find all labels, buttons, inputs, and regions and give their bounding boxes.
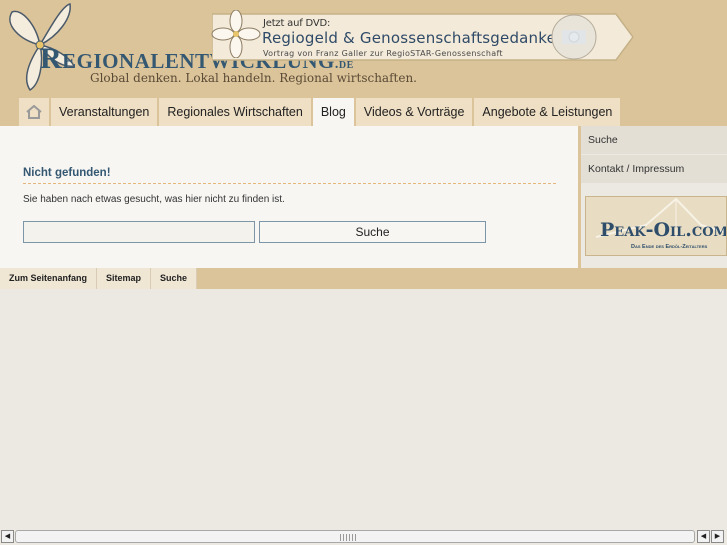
site-tagline: Global denken. Lokal handeln. Regional w… bbox=[90, 71, 417, 85]
dvd-title: Regiogeld & Genossenschaftsgedanke bbox=[262, 29, 557, 47]
search-button[interactable]: Suche bbox=[259, 221, 486, 243]
footer-bar: Zum Seitenanfang Sitemap Suche bbox=[0, 268, 727, 289]
footer-link-sitemap[interactable]: Sitemap bbox=[97, 268, 152, 289]
sidebar: Suche Kontakt / Impressum Peak-Oil.com D… bbox=[581, 126, 727, 268]
not-found-message: Sie haben nach etwas gesucht, was hier n… bbox=[23, 194, 285, 205]
sidebar-item-contact[interactable]: Kontakt / Impressum bbox=[581, 155, 727, 183]
scroll-left-end-icon[interactable]: ◀ bbox=[697, 530, 710, 543]
main-navigation: Veranstaltungen Regionales Wirtschaften … bbox=[19, 98, 623, 126]
dvd-kicker: Jetzt auf DVD: bbox=[263, 18, 331, 29]
main-content: Nicht gefunden! Sie haben nach etwas ges… bbox=[0, 126, 578, 268]
nav-item-veranstaltungen[interactable]: Veranstaltungen bbox=[51, 98, 160, 126]
footer-link-top[interactable]: Zum Seitenanfang bbox=[0, 268, 98, 289]
peak-banner-title: Peak-Oil.com bbox=[600, 219, 727, 241]
peak-oil-banner[interactable]: Peak-Oil.com Das Ende des Erdöl-Zeitalte… bbox=[585, 196, 727, 256]
header: Regionalentwicklung.de Global denken. Lo… bbox=[0, 0, 727, 126]
search-input[interactable] bbox=[23, 221, 255, 243]
scrollbar-thumb[interactable] bbox=[15, 530, 695, 543]
sidebar-item-search[interactable]: Suche bbox=[581, 126, 727, 154]
nav-item-videos[interactable]: Videos & Vorträge bbox=[355, 98, 475, 126]
dvd-flower-icon bbox=[211, 10, 261, 58]
nav-item-angebote[interactable]: Angebote & Leistungen bbox=[474, 98, 623, 126]
dvd-disc-icon bbox=[551, 14, 597, 60]
home-icon bbox=[26, 105, 42, 119]
scroll-left-icon[interactable]: ◀ bbox=[1, 530, 14, 543]
footer-link-search[interactable]: Suche bbox=[151, 268, 198, 289]
scrollbar-grip bbox=[340, 534, 358, 541]
peak-banner-subtitle: Das Ende des Erdöl-Zeitalters bbox=[631, 244, 708, 250]
page-title: Nicht gefunden! bbox=[23, 167, 111, 179]
nav-home[interactable] bbox=[19, 98, 51, 126]
nav-item-blog[interactable]: Blog bbox=[312, 98, 356, 126]
horizontal-scrollbar[interactable]: ◀ ◀ ▶ bbox=[0, 529, 727, 545]
scroll-right-icon[interactable]: ▶ bbox=[711, 530, 724, 543]
nav-item-regionales-wirtschaften[interactable]: Regionales Wirtschaften bbox=[159, 98, 313, 126]
dvd-subtitle: Vortrag von Franz Galler zur RegioSTAR-G… bbox=[263, 49, 503, 58]
title-divider bbox=[23, 183, 556, 184]
